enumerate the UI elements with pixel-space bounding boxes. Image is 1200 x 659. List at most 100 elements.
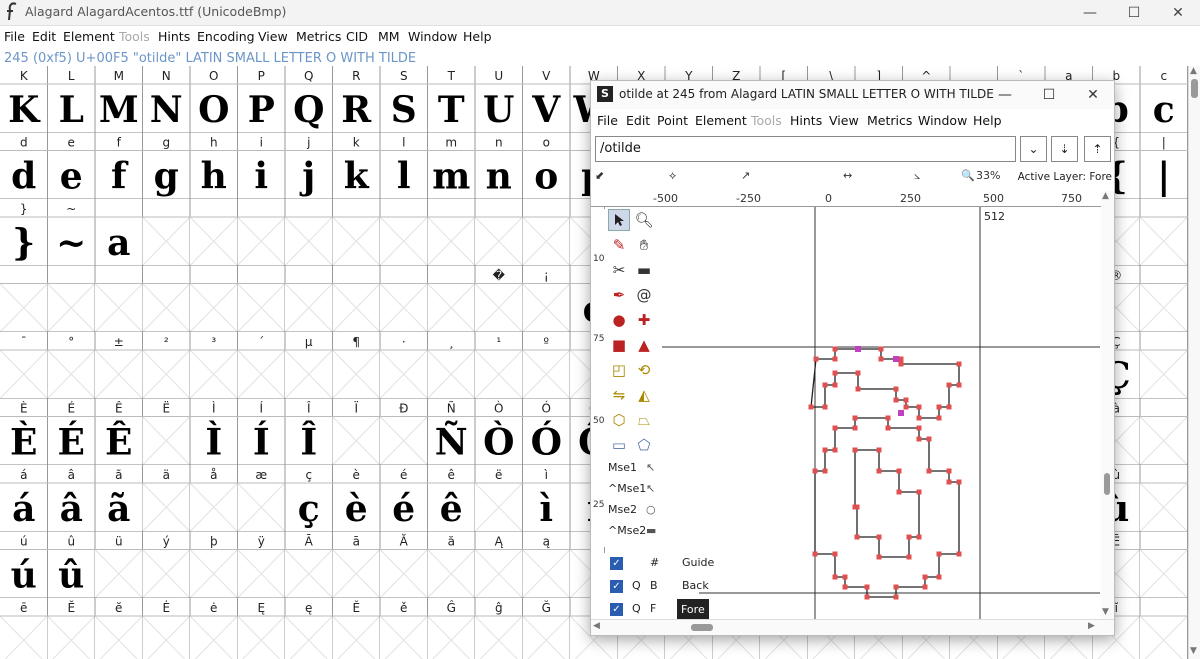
contour-point[interactable] [922,574,928,580]
empty-glyph-slot[interactable] [522,549,571,599]
contour-point[interactable] [885,415,891,421]
menu-help[interactable]: Help [463,29,492,44]
selected-point[interactable] [893,356,899,362]
empty-glyph-slot[interactable] [1139,283,1188,333]
scroll-hand-tool-icon[interactable]: ✋︎ [633,234,655,256]
menu-file[interactable]: File [4,29,25,44]
empty-glyph-slot[interactable] [189,482,238,532]
glyph-cell-preview[interactable]: M [99,89,139,131]
name-dropdown-icon[interactable]: ⌄ [1020,136,1047,162]
glyph-cell-preview[interactable]: è [345,488,368,530]
contour-point[interactable] [916,425,922,431]
contour-point[interactable] [878,356,884,362]
contour-point[interactable] [916,404,922,410]
glyph-cell-preview[interactable]: Î [300,422,317,464]
glyph-cell-preview[interactable]: } [12,222,35,264]
ruler-tool-icon[interactable]: ▬ [633,259,655,281]
glyph-cell-preview[interactable]: i [254,156,268,198]
contour-point[interactable] [936,404,942,410]
glyph-cell-preview[interactable]: h [201,156,227,198]
empty-glyph-slot[interactable] [237,349,286,399]
contour-point[interactable] [855,370,861,376]
empty-glyph-slot[interactable] [379,349,428,399]
scroll-right-icon[interactable]: ▶ [1088,621,1095,631]
layer-visible-checkbox[interactable]: ✓ [610,603,623,616]
o-inner-contour[interactable] [854,449,920,558]
contour-point[interactable] [876,534,882,540]
layer-back[interactable]: ✓ Q B Back [604,576,709,598]
empty-glyph-slot[interactable] [332,349,381,399]
glyph-horizontal-scrollbar[interactable]: ◀ ▶ [591,619,1114,635]
glyph-cell-preview[interactable]: û [58,555,84,597]
contour-point[interactable] [956,551,962,557]
glyph-cell-preview[interactable]: l [397,156,411,198]
contour-point[interactable] [832,356,838,362]
glyph-cell-preview[interactable]: È [10,422,37,464]
curve-point-icon[interactable]: ● [608,309,630,331]
gmenu-window[interactable]: Window [918,113,967,128]
glyph-cell-preview[interactable]: ì [539,488,553,530]
menu-mm[interactable]: MM [378,29,400,44]
glyph-cell-preview[interactable]: o [534,156,558,198]
empty-glyph-slot[interactable] [189,216,238,266]
empty-glyph-slot[interactable] [427,549,476,599]
gmenu-hints[interactable]: Hints [790,113,822,128]
pen-tool-icon[interactable]: ✒ [608,284,630,306]
contour-point[interactable] [864,594,870,600]
empty-glyph-slot[interactable] [474,615,523,659]
close-icon[interactable]: ✕ [1075,84,1111,106]
contour-point[interactable] [946,382,952,388]
empty-glyph-slot[interactable] [522,283,571,333]
empty-glyph-slot[interactable] [189,349,238,399]
contour-point[interactable] [893,584,899,590]
glyph-cell-preview[interactable]: Q [293,89,324,131]
contour-point[interactable] [864,584,870,590]
glyph-cell-preview[interactable]: P [248,89,275,131]
menu-cid[interactable]: CID [346,29,368,44]
maximize-icon[interactable]: ☐ [1112,0,1156,26]
empty-glyph-slot[interactable] [284,349,333,399]
empty-glyph-slot[interactable] [94,283,143,333]
contour-point[interactable] [832,425,838,431]
empty-glyph-slot[interactable] [427,349,476,399]
gmenu-tools[interactable]: Tools [751,113,782,128]
empty-glyph-slot[interactable] [427,615,476,659]
empty-glyph-slot[interactable] [1139,549,1188,599]
glyph-vertical-scrollbar[interactable]: ▲ ▼ [1101,191,1114,619]
contour-point[interactable] [946,468,952,474]
empty-glyph-slot[interactable] [0,283,48,333]
glyph-cell-preview[interactable]: ã [107,488,130,530]
empty-glyph-slot[interactable] [427,216,476,266]
empty-glyph-slot[interactable] [142,615,191,659]
glyph-cell-preview[interactable]: | [1157,156,1170,198]
layer-visible-checkbox[interactable]: ✓ [610,557,623,570]
main-vertical-scrollbar[interactable]: ▲ ▼ [1188,66,1200,659]
glyph-cell-preview[interactable]: a [107,222,130,264]
layer-guide[interactable]: ✓ # Guide [604,553,714,575]
glyph-cell-preview[interactable]: â [60,488,83,530]
skew-tool-icon[interactable]: ◭ [633,384,655,406]
rectangle-tool-icon[interactable]: ▭ [608,434,630,456]
contour-point[interactable] [854,534,860,540]
contour-point[interactable] [898,361,904,367]
gmenu-view[interactable]: View [829,113,859,128]
scroll-up-icon[interactable]: ▲ [1190,66,1197,76]
empty-glyph-slot[interactable] [1139,482,1188,532]
next-glyph-icon[interactable]: ⇡ [1084,136,1111,162]
contour-point[interactable] [876,447,882,453]
contour-point[interactable] [936,574,942,580]
glyph-cell-preview[interactable]: d [11,156,36,198]
corner-point-icon[interactable]: ■ [608,334,630,356]
empty-glyph-slot[interactable] [237,482,286,532]
contour-point[interactable] [852,425,858,431]
empty-glyph-slot[interactable] [522,615,571,659]
pointer-tool-icon[interactable] [608,209,630,231]
contour-point[interactable] [808,404,814,410]
glyph-cell-preview[interactable]: á [12,488,35,530]
scroll-down-icon[interactable]: ▼ [1190,646,1197,656]
glyph-cell-preview[interactable]: K [8,89,41,131]
menu-view[interactable]: View [258,29,288,44]
empty-glyph-slot[interactable] [474,283,523,333]
menu-metrics[interactable]: Metrics [296,29,341,44]
contour-point[interactable] [946,404,952,410]
